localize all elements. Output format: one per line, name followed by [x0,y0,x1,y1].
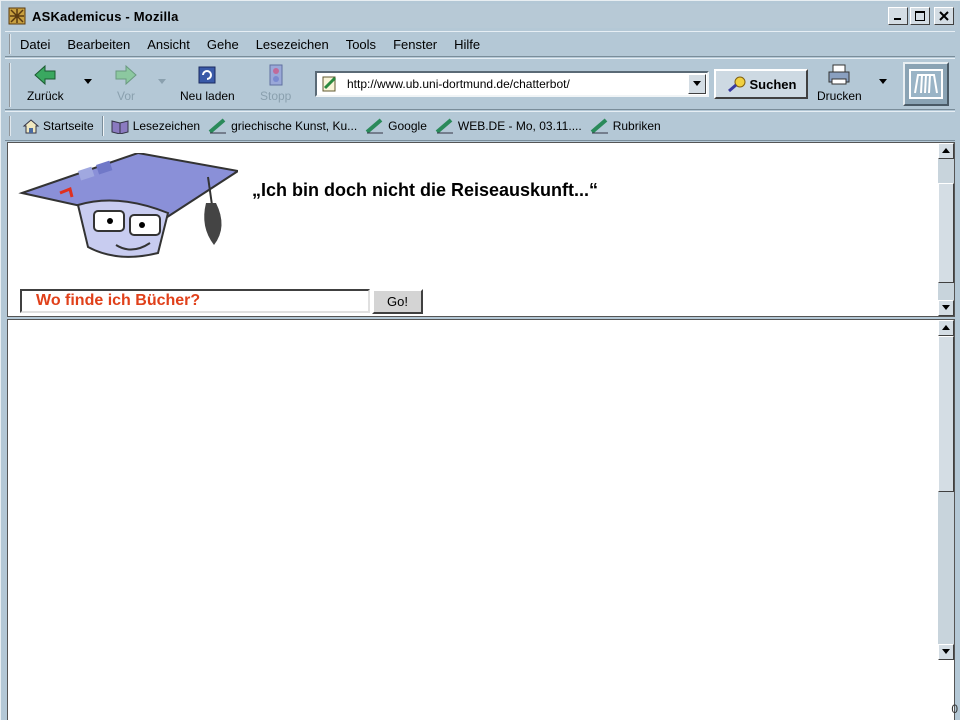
search-button[interactable]: Suchen [714,69,808,99]
top-frame-scrollbar[interactable] [938,143,954,316]
bookmark-link-icon [365,118,384,134]
maximize-icon [915,11,925,21]
back-dropdown-icon[interactable] [84,79,92,84]
bookmark-webde-label: WEB.DE - Mo, 03.11.... [457,119,582,133]
toolbar-grip[interactable] [9,34,14,54]
menu-ansicht[interactable]: Ansicht [147,37,190,52]
close-button[interactable] [934,7,954,25]
stop-button[interactable]: Stopp [260,63,291,103]
bookmark-google[interactable]: Google [365,118,427,134]
toolbar-grip[interactable] [9,63,14,107]
reload-label: Neu laden [180,89,235,103]
mozilla-logo[interactable] [903,62,949,106]
stop-label: Stopp [260,89,292,103]
bookmark-griechische-kunst[interactable]: griechische Kunst, Ku... [208,118,357,134]
arrow-down-icon [942,649,950,654]
bookmark-link-icon [590,118,608,134]
arrow-up-icon [942,148,950,153]
print-dropdown-icon[interactable] [879,79,887,84]
chatterbot-answer-frame [7,319,955,720]
scroll-thumb[interactable] [938,183,954,283]
status-text: 0 [951,702,958,716]
reload-button[interactable]: Neu laden [180,63,235,103]
back-label: Zurück [27,89,64,103]
url-bar[interactable]: http://www.ub.uni-dortmund.de/chatterbot… [315,71,709,97]
bot-quote: „Ich bin doch nicht die Reiseauskunft...… [252,180,599,200]
back-button[interactable]: Zurück [27,63,64,103]
personal-toolbar: Startseite Lesezeichen griechische Kunst… [5,111,955,141]
browser-window: ASKademicus - Mozilla Datei Bearbeiten A… [0,0,960,720]
bookmark-lesezeichen-label: Lesezeichen [132,119,201,133]
print-button[interactable]: Drucken [817,63,862,103]
bookmark-startseite-label: Startseite [43,119,94,133]
search-label: Suchen [749,76,797,92]
chatterbot-input-frame: „Ich bin doch nicht die Reiseauskunft...… [7,142,955,317]
chevron-down-icon [693,81,701,86]
bookmark-lesezeichen[interactable]: Lesezeichen [110,118,200,134]
bookmark-google-label: Google [388,119,427,133]
scroll-down-button[interactable] [938,300,954,316]
bookmark-link-icon [435,118,453,134]
bookmark-link-icon [208,118,227,134]
menu-tools[interactable]: Tools [346,37,376,52]
arrow-down-icon [942,305,950,310]
scroll-up-button[interactable] [938,320,954,336]
stop-icon [269,64,283,86]
title-bar[interactable]: ASKademicus - Mozilla [4,4,958,28]
bottom-frame-scrollbar[interactable] [938,320,954,660]
url-history-dropdown[interactable] [688,74,706,94]
mortarboard-mascot-icon [18,153,238,258]
home-icon [22,119,40,134]
bookmark-rubriken-label: Rubriken [612,119,661,133]
navigation-toolbar: Zurück Vor Neu laden Stopp http://www.ub… [5,58,955,110]
close-icon [939,11,949,21]
scroll-up-button[interactable] [938,143,954,159]
url-text[interactable]: http://www.ub.uni-dortmund.de/chatterbot… [347,77,688,91]
bookmarks-book-icon [111,120,129,134]
scroll-thumb[interactable] [938,336,954,492]
menu-hilfe[interactable]: Hilfe [454,37,480,52]
search-icon [727,76,746,93]
minimize-button[interactable] [888,7,908,25]
forward-dropdown-icon[interactable] [158,79,166,84]
menu-lesezeichen[interactable]: Lesezeichen [256,37,329,52]
menu-gehe[interactable]: Gehe [207,37,239,52]
question-input[interactable] [20,289,370,313]
maximize-button[interactable] [910,7,930,25]
scroll-down-button[interactable] [938,644,954,660]
reload-icon [198,66,216,84]
forward-arrow-icon [115,64,137,86]
menu-fenster[interactable]: Fenster [393,37,437,52]
bookmark-rubriken[interactable]: Rubriken [590,118,661,134]
printer-icon [828,64,850,85]
window-title: ASKademicus - Mozilla [32,8,179,24]
print-label: Drucken [817,89,862,103]
go-button[interactable]: Go! [372,289,423,314]
bookmark-webde[interactable]: WEB.DE - Mo, 03.11.... [435,118,582,134]
minimize-icon [894,18,901,20]
page-icon [322,76,337,92]
mozilla-m-icon [909,69,943,99]
bookmark-startseite[interactable]: Startseite [22,118,94,134]
back-arrow-icon [34,64,56,86]
bookmark-griechische-kunst-label: griechische Kunst, Ku... [231,119,358,133]
forward-button[interactable]: Vor [112,63,140,103]
menu-datei[interactable]: Datei [20,37,50,52]
menu-bearbeiten[interactable]: Bearbeiten [67,37,130,52]
toolbar-grip[interactable] [9,116,14,136]
forward-label: Vor [116,89,135,103]
menu-bar: Datei Bearbeiten Ansicht Gehe Lesezeiche… [5,31,955,57]
arrow-up-icon [942,325,950,330]
mozilla-app-icon [8,7,26,25]
toolbar-separator [101,116,104,136]
